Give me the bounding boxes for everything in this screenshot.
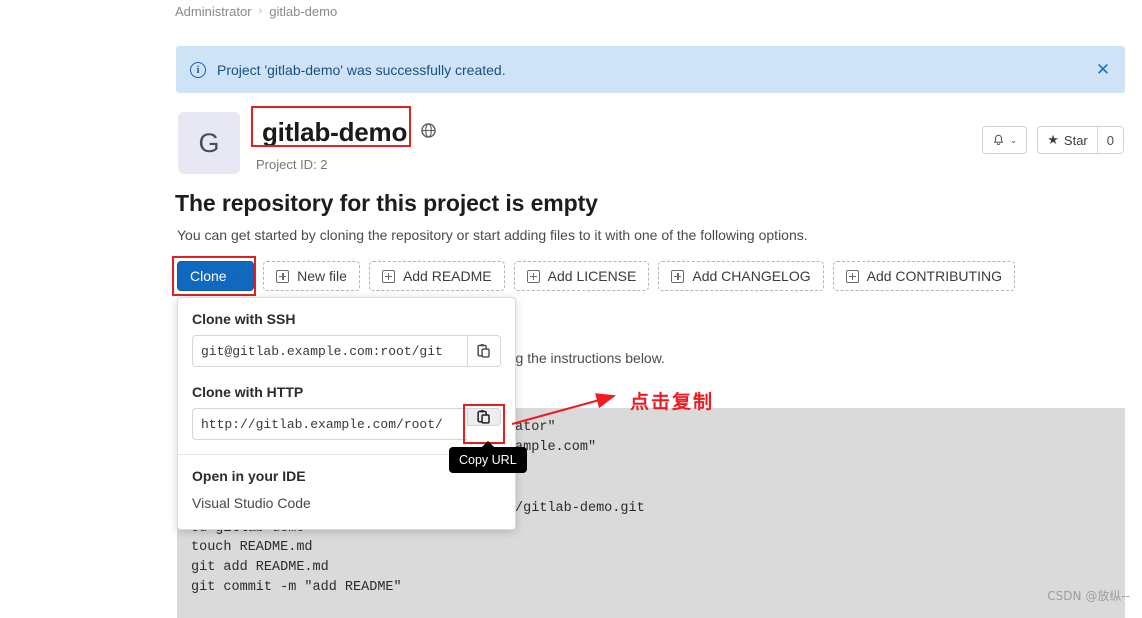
- clone-http-label: Clone with HTTP: [192, 384, 304, 400]
- breadcrumb-current[interactable]: gitlab-demo: [269, 4, 337, 19]
- copy-url-tooltip: Copy URL: [449, 441, 527, 473]
- header-actions: ⌄ ★ Star 0: [981, 126, 1124, 154]
- avatar: G: [178, 112, 240, 174]
- star-icon: ★: [1047, 132, 1059, 147]
- clone-button-wrapper: Clone ⌄: [172, 256, 256, 296]
- chevron-down-icon: ⌄: [233, 270, 242, 281]
- notification-button-group[interactable]: ⌄: [981, 126, 1028, 154]
- breadcrumb-separator-icon: ›: [258, 5, 263, 17]
- clone-label: Clone: [190, 268, 227, 284]
- empty-repo-subtitle: You can get started by cloning the repos…: [177, 227, 808, 243]
- plus-square-icon: [526, 269, 540, 283]
- http-url-input[interactable]: [192, 408, 467, 440]
- add-contributing-label: Add CONTRIBUTING: [866, 268, 1002, 284]
- info-icon: i: [190, 61, 206, 78]
- add-changelog-button[interactable]: Add CHANGELOG: [658, 261, 824, 291]
- clone-ssh-field: [192, 335, 501, 367]
- new-file-button[interactable]: New file: [263, 261, 360, 291]
- clone-button[interactable]: Clone ⌄: [177, 261, 255, 291]
- add-license-button[interactable]: Add LICENSE: [513, 261, 650, 291]
- add-changelog-label: Add CHANGELOG: [692, 268, 811, 284]
- code-line: git add README.md: [191, 559, 329, 575]
- star-count: 0: [1096, 127, 1123, 153]
- repo-action-toolbar: Clone ⌄ New file Add README Add LICENSE …: [172, 256, 1015, 296]
- clone-ssh-label: Clone with SSH: [192, 311, 296, 327]
- empty-repo-title: The repository for this project is empty: [175, 190, 598, 216]
- project-header: G gitlab-demo Project ID: 2: [178, 106, 436, 174]
- copy-ssh-url-button[interactable]: [467, 335, 501, 367]
- project-id-label: Project ID: 2: [256, 157, 328, 172]
- breadcrumb: Administrator › gitlab-demo: [175, 0, 337, 22]
- plus-square-icon: [845, 269, 859, 283]
- star-button[interactable]: ★ Star: [1038, 127, 1097, 153]
- code-line: touch README.md: [191, 540, 313, 556]
- star-button-group[interactable]: ★ Star 0: [1037, 126, 1124, 154]
- plus-square-icon: [276, 269, 290, 283]
- add-contributing-button[interactable]: Add CONTRIBUTING: [832, 261, 1015, 291]
- csdn-watermark: CSDN @放纵--: [1047, 589, 1130, 603]
- alert-message: Project 'gitlab-demo' was successfully c…: [217, 61, 506, 78]
- globe-icon: [421, 123, 436, 143]
- close-icon[interactable]: ✕: [1091, 58, 1115, 82]
- success-alert-banner: i Project 'gitlab-demo' was successfully…: [176, 46, 1125, 93]
- copy-http-url-button[interactable]: [467, 408, 501, 426]
- add-license-label: Add LICENSE: [547, 268, 637, 284]
- menu-item-visual-studio-code[interactable]: Visual Studio Code: [178, 484, 515, 511]
- star-label: Star: [1063, 132, 1088, 148]
- clone-dropdown-menu: Clone with SSH Clone with HTTP Open: [177, 297, 516, 530]
- clone-http-field: [192, 404, 505, 444]
- add-readme-label: Add README: [402, 268, 492, 284]
- annotation-text-chinese: 点击复制: [630, 391, 715, 413]
- plus-square-icon: [381, 269, 395, 283]
- ssh-url-input[interactable]: [192, 335, 467, 367]
- chevron-down-icon: ⌄: [1009, 134, 1018, 145]
- breadcrumb-root[interactable]: Administrator: [175, 4, 252, 19]
- page-title: gitlab-demo: [262, 117, 408, 147]
- plus-square-icon: [671, 269, 685, 283]
- add-readme-button[interactable]: Add README: [368, 261, 505, 291]
- code-line: git commit -m "add README": [191, 579, 402, 595]
- new-file-label: New file: [297, 268, 347, 284]
- bell-icon[interactable]: ⌄: [982, 127, 1027, 153]
